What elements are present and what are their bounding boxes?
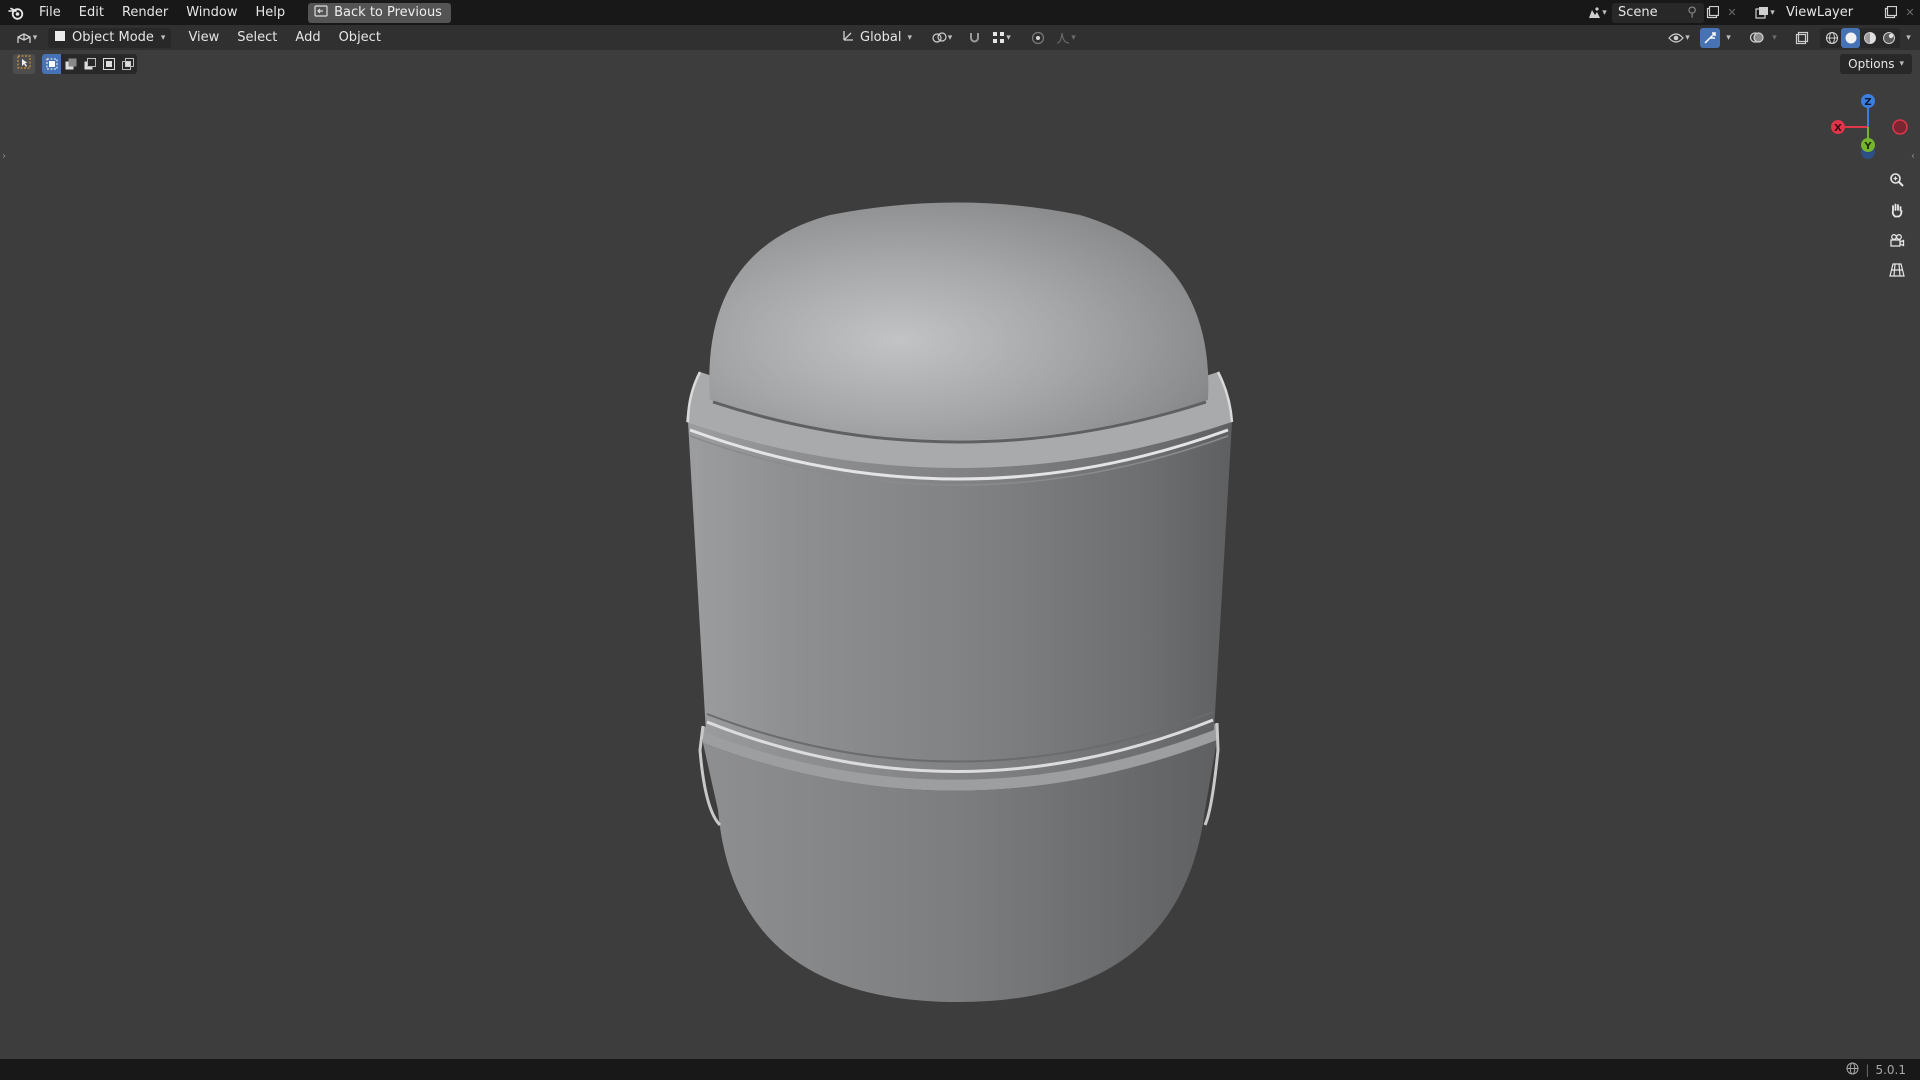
camera-icon bbox=[1889, 232, 1905, 252]
select-tool-icon bbox=[17, 55, 31, 73]
pivot-icon[interactable]: ▾ bbox=[928, 28, 956, 48]
view-layer-name: ViewLayer bbox=[1786, 5, 1854, 20]
gizmo-options-chevron-icon[interactable]: ▾ bbox=[1722, 28, 1734, 48]
falloff-icon[interactable]: ▾ bbox=[1052, 28, 1080, 48]
material-shading-icon[interactable] bbox=[1860, 28, 1879, 48]
gizmo-x-label: X bbox=[1834, 123, 1842, 134]
shading-options-chevron-icon[interactable]: ▾ bbox=[1902, 28, 1914, 48]
menu-select[interactable]: Select bbox=[228, 25, 286, 50]
globe-icon bbox=[1846, 1062, 1859, 1078]
wireframe-shading-icon[interactable] bbox=[1822, 28, 1841, 48]
select-new-icon[interactable] bbox=[42, 54, 61, 74]
view-layer-field[interactable]: ViewLayer bbox=[1780, 2, 1880, 23]
status-separator: | bbox=[1865, 1062, 1870, 1077]
pan-button[interactable] bbox=[1884, 199, 1910, 225]
options-label: Options bbox=[1848, 57, 1895, 71]
overlay-icon[interactable] bbox=[1746, 28, 1766, 48]
back-icon bbox=[314, 4, 328, 21]
close-scene-icon[interactable]: ✕ bbox=[1722, 3, 1742, 23]
chevron-down-icon: ▾ bbox=[907, 32, 913, 43]
shading-mode-group bbox=[1820, 27, 1900, 48]
perspective-toggle-button[interactable] bbox=[1884, 259, 1910, 285]
toolbar-expand-arrow-icon[interactable]: › bbox=[2, 151, 6, 162]
gizmo-neg-x[interactable] bbox=[1892, 119, 1908, 135]
object-mode-icon bbox=[54, 30, 66, 46]
proportional-edit-icon[interactable] bbox=[1028, 28, 1048, 48]
chevron-down-icon: ▾ bbox=[160, 32, 166, 43]
zoom-icon bbox=[1889, 172, 1905, 192]
3d-viewport[interactable]: › ‹ bbox=[0, 50, 1920, 1059]
transform-orientation-dropdown[interactable]: Global ▾ bbox=[836, 27, 919, 48]
pin-icon[interactable]: ⚲ bbox=[1682, 3, 1702, 23]
menu-add[interactable]: Add bbox=[286, 25, 329, 50]
menu-render[interactable]: Render bbox=[113, 0, 177, 25]
new-view-layer-icon[interactable] bbox=[1880, 3, 1900, 23]
new-scene-icon[interactable] bbox=[1702, 3, 1722, 23]
camera-view-button[interactable] bbox=[1884, 229, 1910, 255]
viewport-header: ▾ Object Mode ▾ View Select Add Object G… bbox=[0, 25, 1920, 50]
blender-logo-icon[interactable] bbox=[2, 0, 30, 25]
menu-window[interactable]: Window bbox=[177, 0, 246, 25]
visibility-icon[interactable]: ▾ bbox=[1664, 28, 1694, 48]
back-to-previous-label: Back to Previous bbox=[334, 5, 442, 20]
select-extend-icon[interactable] bbox=[61, 54, 80, 74]
close-view-layer-icon[interactable]: ✕ bbox=[1900, 3, 1920, 23]
status-bar: | 5.0.1 bbox=[0, 1059, 1920, 1080]
snap-grid-icon[interactable]: ▾ bbox=[988, 28, 1016, 48]
menu-view[interactable]: View bbox=[179, 25, 228, 50]
select-invert-icon[interactable] bbox=[99, 54, 118, 74]
gizmo-icon[interactable] bbox=[1700, 27, 1720, 48]
version-label: 5.0.1 bbox=[1875, 1062, 1906, 1077]
object-mode-dropdown[interactable]: Object Mode ▾ bbox=[48, 27, 172, 48]
orientation-icon bbox=[842, 29, 855, 46]
back-to-previous-button[interactable]: Back to Previous bbox=[308, 2, 451, 23]
navigation-gizmo[interactable]: Z X Y bbox=[1820, 88, 1920, 168]
orientation-label: Global bbox=[860, 30, 902, 45]
scene-name: Scene bbox=[1618, 5, 1658, 20]
view-layer-icon[interactable]: ▾ bbox=[1750, 3, 1780, 23]
hand-pan-icon bbox=[1889, 202, 1905, 222]
viewport-scene bbox=[686, 202, 1234, 1003]
scene-icon[interactable]: ▾ bbox=[1582, 3, 1612, 23]
gizmo-z-label: Z bbox=[1864, 97, 1871, 108]
select-subtract-icon[interactable] bbox=[80, 54, 99, 74]
xray-icon[interactable] bbox=[1792, 28, 1812, 48]
menu-help[interactable]: Help bbox=[247, 0, 295, 25]
select-tool-button[interactable] bbox=[13, 54, 35, 74]
gizmo-y-label: Y bbox=[1863, 141, 1872, 152]
rendered-shading-icon[interactable] bbox=[1879, 28, 1898, 48]
solid-shading-icon[interactable] bbox=[1841, 27, 1860, 48]
overlay-options-chevron-icon[interactable]: ▾ bbox=[1768, 28, 1780, 48]
tool-settings-row: Options ▾ bbox=[0, 50, 1920, 76]
top-menu-bar: File Edit Render Window Help Back to Pre… bbox=[0, 0, 1920, 25]
menu-object[interactable]: Object bbox=[330, 25, 390, 50]
object-mode-label: Object Mode bbox=[72, 30, 154, 45]
menu-edit[interactable]: Edit bbox=[70, 0, 113, 25]
chevron-down-icon: ▾ bbox=[1899, 59, 1904, 69]
capsule-mesh[interactable] bbox=[686, 202, 1234, 1003]
perspective-grid-icon bbox=[1889, 262, 1905, 282]
select-intersect-icon[interactable] bbox=[118, 54, 137, 74]
snap-icon[interactable] bbox=[964, 28, 984, 48]
selection-mode-group bbox=[42, 54, 137, 74]
options-dropdown[interactable]: Options ▾ bbox=[1840, 54, 1912, 74]
zoom-button[interactable] bbox=[1884, 169, 1910, 195]
menu-file[interactable]: File bbox=[30, 0, 70, 25]
editor-type-icon[interactable]: ▾ bbox=[14, 28, 40, 48]
